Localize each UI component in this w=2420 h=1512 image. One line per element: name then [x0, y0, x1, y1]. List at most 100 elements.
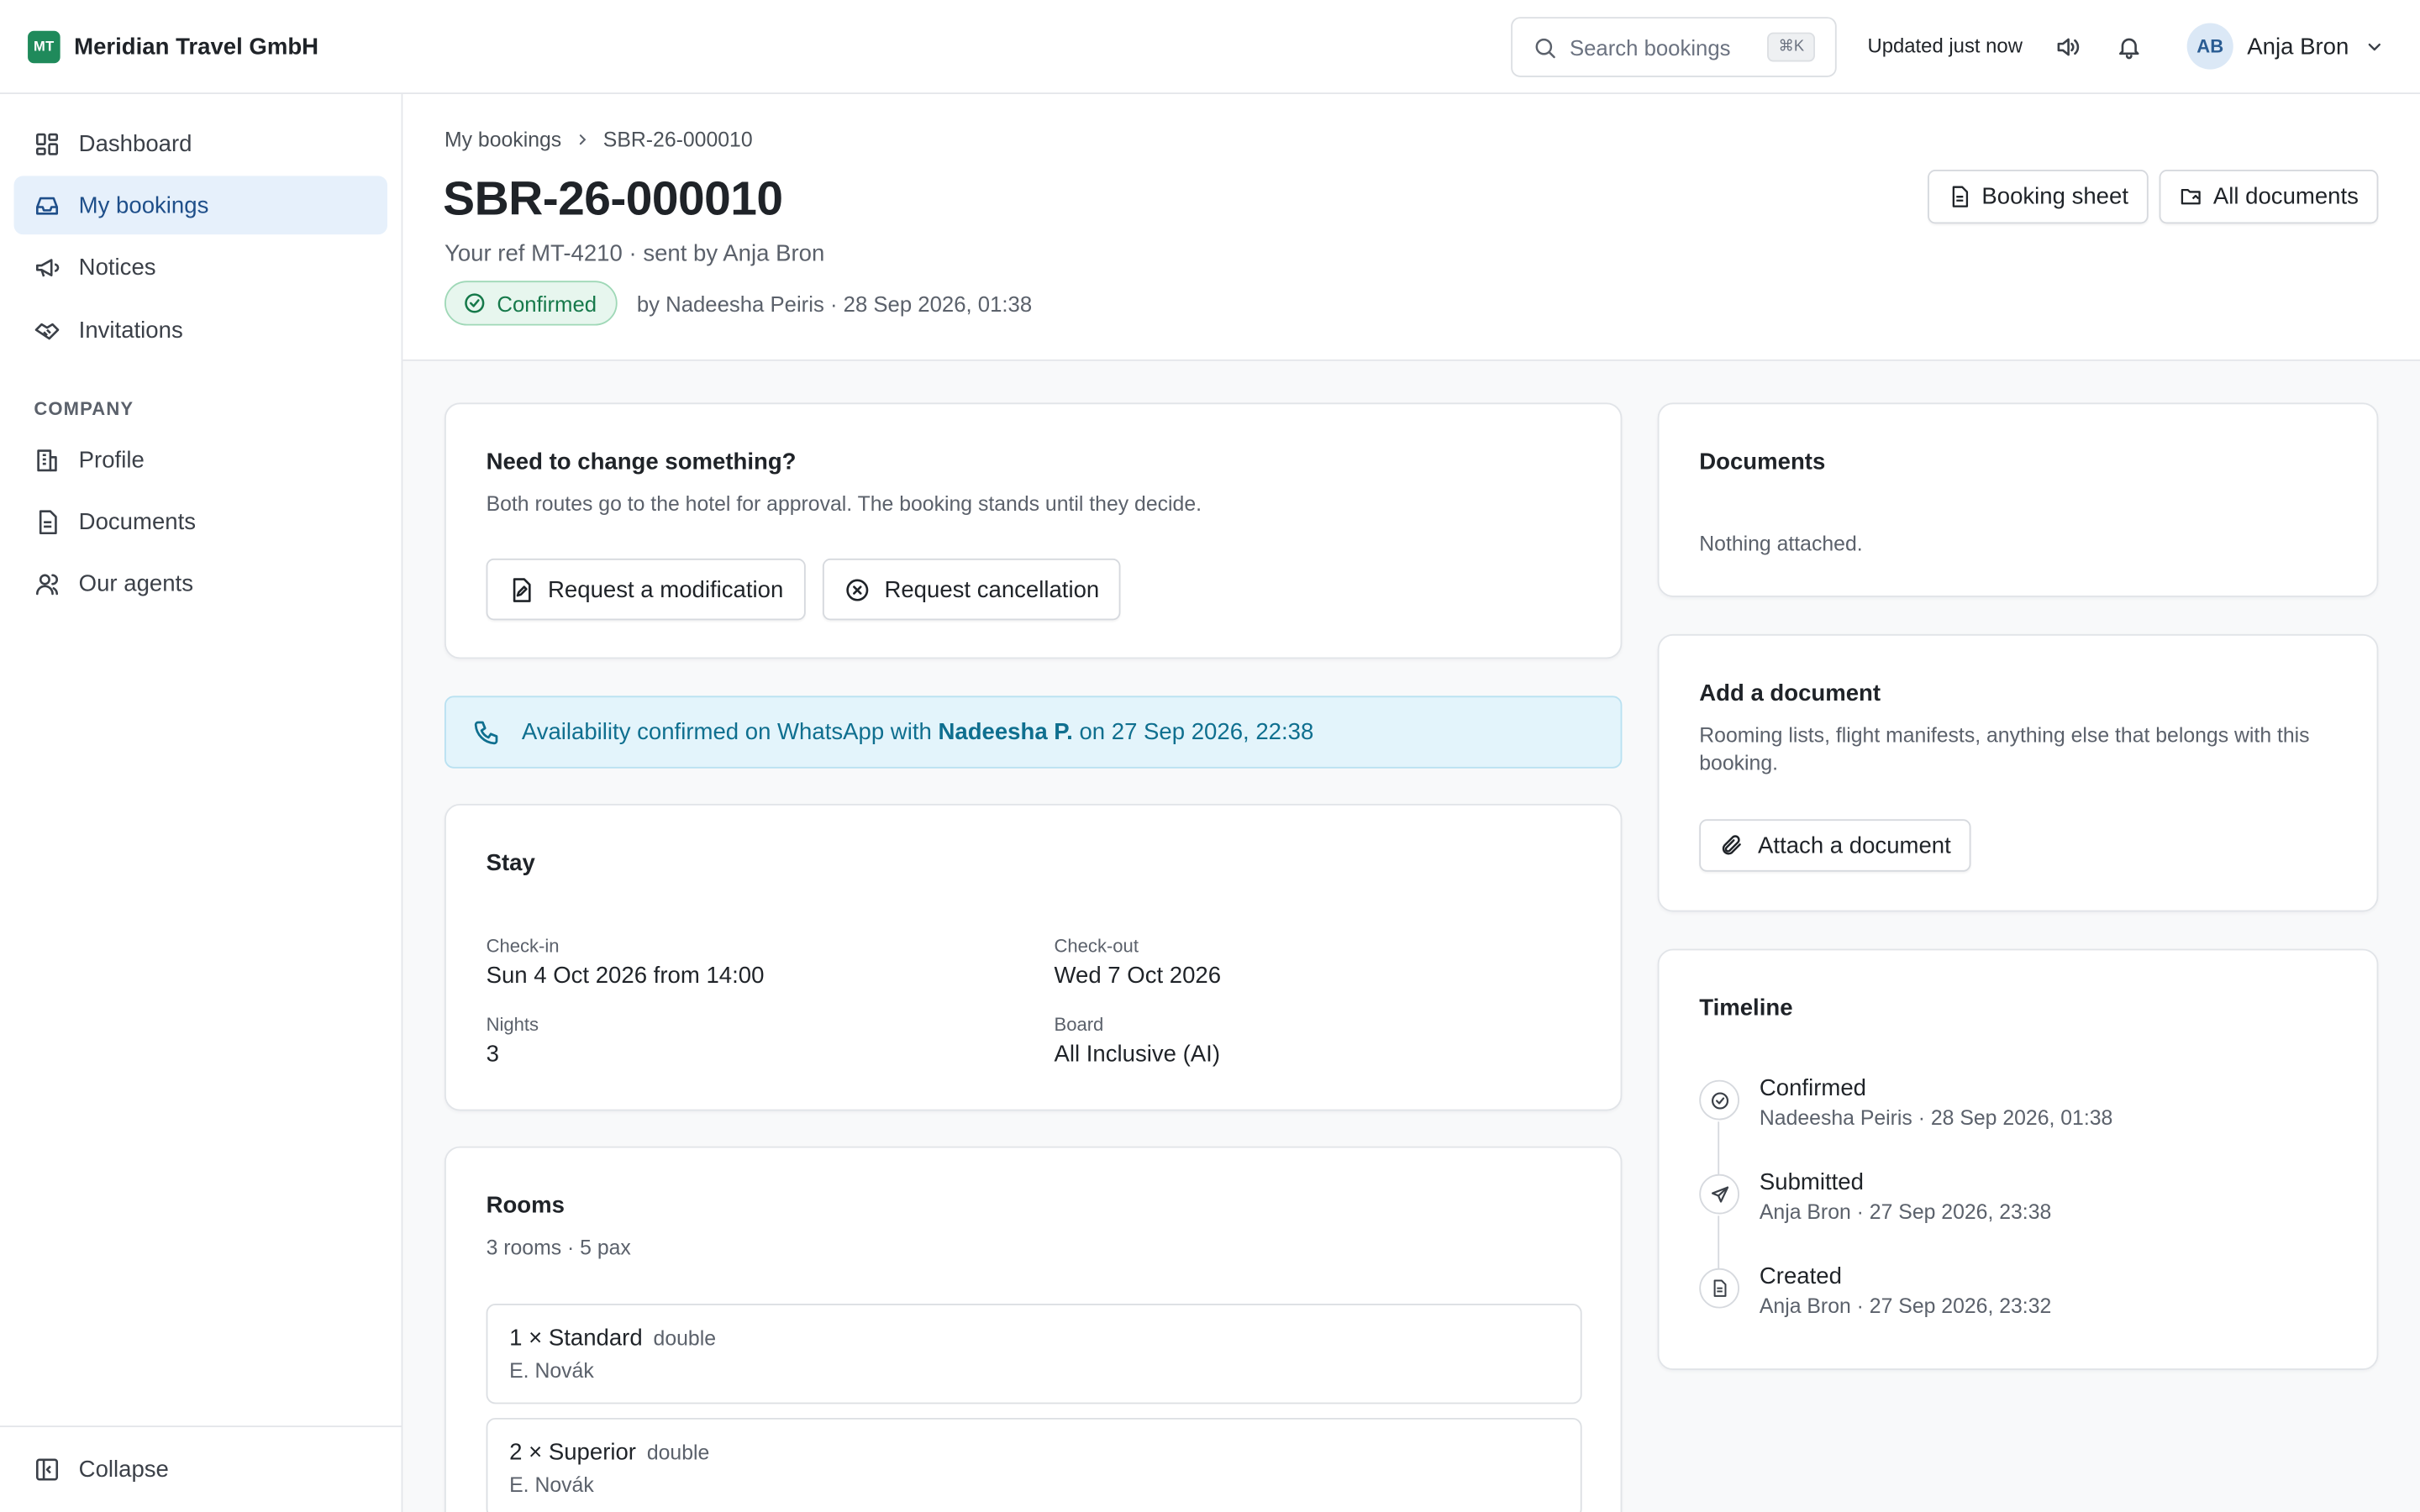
- checkout-value: Wed 7 Oct 2026: [1054, 963, 1222, 990]
- megaphone-icon: [36, 258, 60, 276]
- speaker-icon[interactable]: [2051, 31, 2082, 62]
- documents-card: Documents Nothing attached.: [1657, 402, 2379, 597]
- status-row: Confirmed by Nadeesha Peiris · 28 Sep 20…: [444, 281, 1033, 326]
- sidebar-item-dashboard[interactable]: Dashboard: [14, 114, 387, 173]
- updated-status: Updated just now: [1867, 34, 2023, 57]
- booking-sheet-label: Booking sheet: [1981, 183, 2129, 210]
- phone-icon: [474, 720, 498, 744]
- room-name: 2 × Superior: [509, 1439, 636, 1466]
- booking-sheet-button[interactable]: Booking sheet: [1928, 170, 2149, 224]
- page-title: SBR-26-000010: [443, 171, 783, 226]
- timeline-connector: [1718, 1215, 1720, 1270]
- timeline-event-title: Submitted: [1759, 1169, 1864, 1196]
- sidebar-item-invitations[interactable]: Invitations: [14, 301, 387, 360]
- building-icon: [37, 449, 57, 471]
- timeline-card: Timeline Confirmed Nadeesha Peiris · 28 …: [1657, 948, 2379, 1371]
- brand-name: Meridian Travel GmbH: [74, 33, 319, 60]
- checkin-value: Sun 4 Oct 2026 from 14:00: [486, 963, 765, 990]
- user-name: Anja Bron: [2247, 33, 2349, 60]
- attach-document-label: Attach a document: [1758, 832, 1951, 859]
- sidebar-item-notices[interactable]: Notices: [14, 238, 387, 297]
- attach-document-button[interactable]: Attach a document: [1699, 819, 1971, 872]
- sidebar-item-label: Our agents: [78, 570, 193, 596]
- checkin-label: Check-in: [486, 935, 560, 957]
- change-card-text: Both routes go to the hotel for approval…: [486, 491, 1202, 516]
- timeline-event-title: Confirmed: [1759, 1075, 1866, 1102]
- room-type: double: [653, 1326, 717, 1351]
- room-name: 1 × Standard: [509, 1325, 643, 1352]
- status-meta: by Nadeesha Peiris · 28 Sep 2026, 01:38: [636, 291, 1033, 316]
- request-modification-label: Request a modification: [548, 576, 784, 603]
- status-badge: Confirmed: [444, 281, 617, 326]
- booking-subline: Your ref MT-4210 · sent by Anja Bron: [444, 240, 825, 267]
- brand[interactable]: MT Meridian Travel GmbH: [28, 29, 319, 63]
- sidebar-item-label: Notices: [78, 254, 156, 281]
- inbox-icon: [36, 196, 59, 214]
- breadcrumb-link-my-bookings[interactable]: My bookings: [445, 128, 561, 151]
- banner-suffix: on 27 Sep 2026, 22:38: [1079, 718, 1314, 746]
- search-box[interactable]: Search bookings ⌘K: [1511, 17, 1837, 77]
- paperclip-icon: [1722, 835, 1741, 855]
- user-menu[interactable]: AB Anja Bron: [2186, 23, 2385, 70]
- sidebar-item-label: Invitations: [78, 317, 183, 344]
- board-label: Board: [1054, 1013, 1104, 1036]
- room-item: 2 × Superior double E. Novák: [486, 1417, 1582, 1512]
- sidebar-item-label: Dashboard: [78, 130, 192, 157]
- top-bar: MT Meridian Travel GmbH Search bookings …: [0, 0, 2420, 95]
- chevron-down-icon: [2368, 42, 2381, 50]
- handshake-icon: [34, 322, 60, 339]
- check-circle-icon: [465, 293, 485, 313]
- chevron-right-icon: [579, 134, 586, 145]
- collapse-bar: Collapse: [0, 1425, 402, 1512]
- file-icon: [1699, 1268, 1740, 1309]
- x-circle-icon: [846, 578, 869, 601]
- add-document-text: Rooming lists, flight manifests, anythin…: [1699, 723, 2310, 775]
- add-document-title: Add a document: [1699, 680, 1881, 707]
- page-header: My bookings SBR-26-000010 SBR-26-000010 …: [402, 94, 2420, 361]
- collapse-button[interactable]: Collapse: [14, 1440, 387, 1499]
- sidebar-item-my-bookings[interactable]: My bookings: [13, 176, 388, 235]
- breadcrumb: My bookings SBR-26-000010: [445, 128, 753, 151]
- room-guest: E. Novák: [509, 1473, 594, 1497]
- brand-logo: MT: [28, 29, 60, 63]
- request-modification-button[interactable]: Request a modification: [486, 558, 806, 621]
- room-guest: E. Novák: [509, 1359, 594, 1383]
- add-document-card: Add a document Rooming lists, flight man…: [1657, 633, 2379, 912]
- banner-contact: Nadeesha P.: [938, 718, 1073, 746]
- checkout-label: Check-out: [1054, 935, 1139, 957]
- timeline-event-meta: Anja Bron · 27 Sep 2026, 23:32: [1759, 1294, 2052, 1318]
- sidebar-item-label: My bookings: [78, 192, 209, 218]
- nights-label: Nights: [486, 1013, 539, 1036]
- all-documents-label: All documents: [2212, 183, 2359, 210]
- sidebar-item-documents[interactable]: Documents: [14, 492, 387, 551]
- all-documents-button[interactable]: All documents: [2159, 170, 2379, 224]
- timeline-title: Timeline: [1699, 995, 1793, 1021]
- rooms-card: Rooms 3 rooms · 5 pax 1 × Standard double…: [444, 1146, 1623, 1512]
- search-input[interactable]: Search bookings: [1570, 34, 1768, 59]
- sidebar-item-our-agents[interactable]: Our agents: [14, 554, 387, 612]
- timeline-event-meta: Anja Bron · 27 Sep 2026, 23:38: [1759, 1200, 2052, 1224]
- sidebar-item-profile[interactable]: Profile: [14, 430, 387, 489]
- request-cancellation-button[interactable]: Request cancellation: [822, 558, 1121, 621]
- file-text-icon: [1952, 186, 1969, 207]
- app-root: MT Meridian Travel GmbH Search bookings …: [0, 0, 2420, 1512]
- breadcrumb-current: SBR-26-000010: [602, 128, 753, 152]
- status-label: Confirmed: [497, 291, 597, 316]
- timeline-event-title: Created: [1759, 1263, 1842, 1290]
- file-icon: [39, 509, 57, 534]
- collapse-label: Collapse: [78, 1455, 169, 1483]
- availability-banner: Availability confirmed on WhatsApp with …: [444, 696, 1623, 769]
- dashboard-icon: [36, 132, 59, 155]
- change-card: Need to change something? Both routes go…: [444, 402, 1623, 659]
- room-item: 1 × Standard double E. Novák: [486, 1304, 1582, 1404]
- stay-title: Stay: [486, 850, 535, 877]
- change-card-title: Need to change something?: [486, 449, 797, 475]
- bell-icon[interactable]: [2112, 31, 2144, 62]
- timeline-event-meta: Nadeesha Peiris · 28 Sep 2026, 01:38: [1759, 1105, 2113, 1130]
- avatar: AB: [2186, 23, 2233, 70]
- send-icon: [1699, 1173, 1740, 1215]
- board-value: All Inclusive (AI): [1054, 1041, 1220, 1068]
- search-shortcut: ⌘K: [1767, 32, 1816, 62]
- timeline-connector: [1718, 1121, 1720, 1176]
- documents-empty: Nothing attached.: [1699, 532, 1863, 556]
